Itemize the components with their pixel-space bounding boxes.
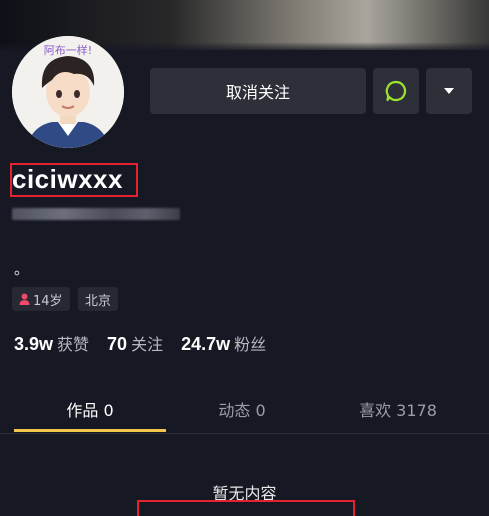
stat-label: 关注: [131, 335, 164, 354]
blurred-user-id: [12, 208, 180, 220]
stat-label: 粉丝: [234, 335, 267, 354]
stat-value: 3.9w: [14, 334, 54, 354]
chat-bubble-icon: [385, 80, 407, 102]
tab-activity[interactable]: 动态 0: [166, 397, 318, 421]
more-options-button[interactable]: [426, 68, 472, 114]
location-label: 北京: [85, 293, 112, 309]
person-icon: [19, 293, 30, 305]
unfollow-label: 取消关注: [225, 83, 290, 102]
message-button[interactable]: [373, 68, 419, 114]
username-highlight-box: [10, 163, 138, 197]
age-label: 14岁: [33, 293, 63, 309]
empty-state-highlight-box: [137, 500, 355, 516]
bio-text: 。: [14, 260, 30, 278]
stat-value: 24.7w: [181, 334, 231, 354]
tab-works[interactable]: 作品 0: [14, 397, 166, 421]
avatar-logo-text: 阿布一样!: [44, 43, 92, 57]
age-tag: 14岁: [12, 287, 70, 311]
stat-following[interactable]: 70 关注: [107, 331, 163, 355]
content-tabs: 作品 0 动态 0 喜欢 3178: [0, 380, 489, 434]
location-tag: 北京: [78, 287, 119, 311]
avatar[interactable]: 阿布一样!: [12, 36, 124, 148]
unfollow-button[interactable]: 取消关注: [150, 68, 366, 114]
stat-followers[interactable]: 24.7w 粉丝: [181, 331, 266, 355]
stat-likes[interactable]: 3.9w 获赞: [14, 331, 89, 355]
active-tab-indicator: [14, 429, 166, 432]
profile-stats: 3.9w 获赞 70 关注 24.7w 粉丝: [14, 331, 284, 355]
stat-value: 70: [107, 334, 128, 354]
caret-down-icon: [444, 88, 454, 94]
tab-likes[interactable]: 喜欢 3178: [318, 397, 478, 421]
stat-label: 获赞: [57, 335, 90, 354]
